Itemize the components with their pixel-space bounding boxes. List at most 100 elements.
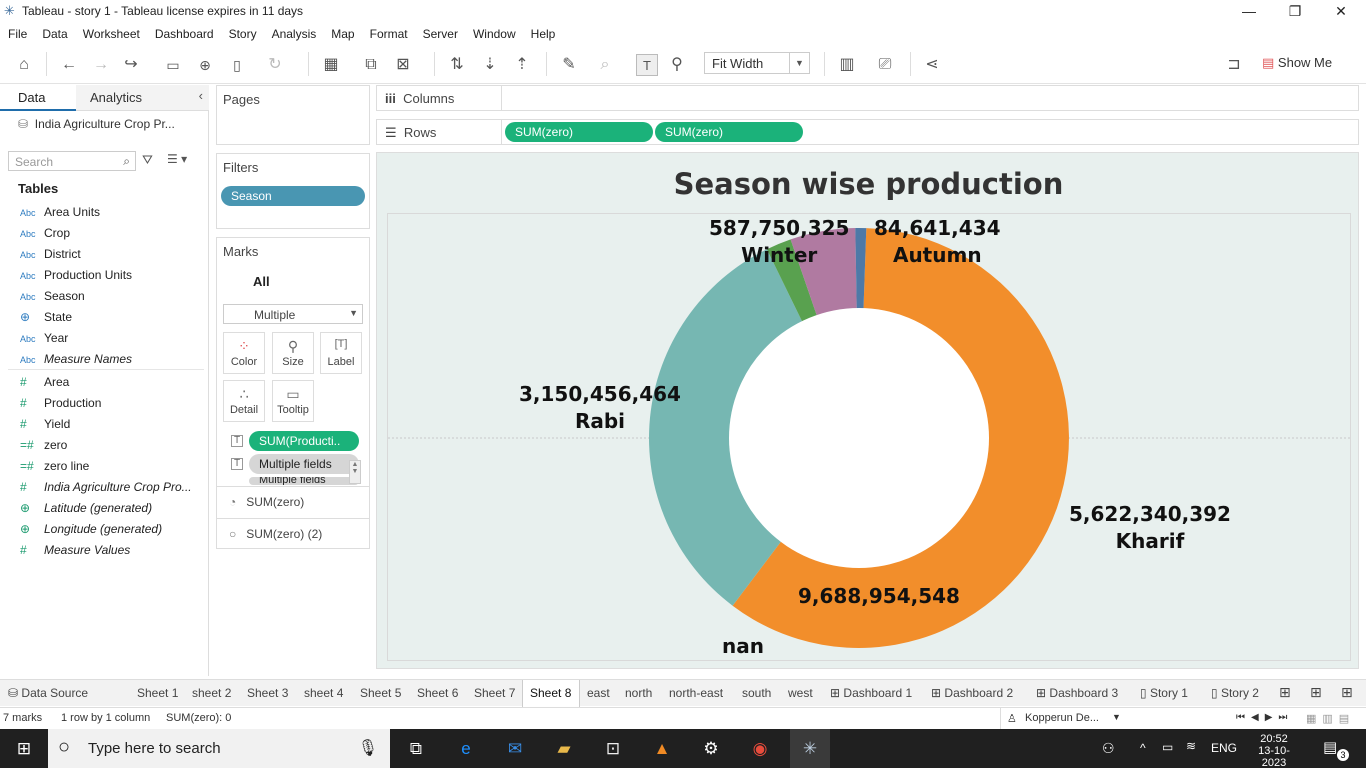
- tab-sheet-6[interactable]: Sheet 6: [417, 680, 458, 707]
- tab-sheet-2[interactable]: sheet 2: [192, 680, 231, 707]
- new-datasource-icon[interactable]: ⊕: [194, 54, 216, 76]
- field-year[interactable]: Abc Year: [20, 331, 68, 352]
- tab-north[interactable]: north: [625, 680, 652, 707]
- format-painter-icon[interactable]: ⊐: [1223, 54, 1245, 76]
- tab-sheet-7[interactable]: Sheet 7: [474, 680, 515, 707]
- mail-icon[interactable]: ✉: [503, 737, 527, 761]
- color-button[interactable]: ⁘ Color: [223, 332, 265, 374]
- show-mark-labels-icon[interactable]: T: [636, 54, 658, 76]
- filter-pill-season[interactable]: Season: [221, 186, 365, 206]
- settings-icon[interactable]: ⚙: [699, 737, 723, 761]
- field-production-units[interactable]: Abc Production Units: [20, 268, 132, 289]
- field-area[interactable]: # Area: [20, 375, 69, 396]
- menu-map[interactable]: Map: [323, 22, 361, 41]
- tab-dashboard-3[interactable]: ⊞ Dashboard 3: [1036, 680, 1118, 707]
- presentation-mode-icon[interactable]: ⎚: [874, 54, 896, 76]
- tab-sheet-5[interactable]: Sheet 5: [360, 680, 401, 707]
- tab-south[interactable]: south: [742, 680, 771, 707]
- chrome-icon[interactable]: ◉: [748, 737, 772, 761]
- visualization[interactable]: Season wise production 587,750,325 Winter…: [376, 152, 1359, 669]
- restore-button[interactable]: ❐: [1272, 0, 1318, 22]
- marks-pill-sum-production[interactable]: SUM(Producti..: [249, 431, 359, 451]
- tab-data-source[interactable]: ⛁ Data Source: [8, 680, 88, 707]
- marks-scrollbar[interactable]: ▲ ▼: [349, 460, 361, 484]
- columns-shelf[interactable]: iii Columns: [376, 85, 1359, 111]
- field-crop[interactable]: Abc Crop: [20, 226, 70, 247]
- marks-pill-multiple-fields-2[interactable]: Multiple fields: [249, 477, 359, 485]
- fit-dropdown[interactable]: Fit Width ▼: [704, 52, 810, 74]
- menu-dashboard[interactable]: Dashboard: [147, 22, 221, 41]
- new-worksheet-icon[interactable]: ▦: [320, 54, 342, 76]
- tray-chevron-icon[interactable]: ^: [1140, 741, 1146, 755]
- label-button[interactable]: [T] Label: [320, 332, 362, 374]
- field-zero-line[interactable]: =# zero line: [20, 459, 89, 480]
- tab-sheet-4[interactable]: sheet 4: [304, 680, 343, 707]
- rows-pill-sum-zero-2[interactable]: SUM(zero): [655, 122, 803, 142]
- menu-analysis[interactable]: Analysis: [264, 22, 324, 41]
- tab-data[interactable]: Data: [0, 85, 76, 111]
- new-dashboard-tab-icon[interactable]: ⊞: [1310, 680, 1322, 707]
- field-season[interactable]: Abc Season: [20, 289, 85, 310]
- field-state[interactable]: ⊕ State: [20, 310, 72, 331]
- battery-icon[interactable]: ▭: [1162, 740, 1173, 754]
- undo-icon[interactable]: ←: [58, 54, 80, 76]
- menu-worksheet[interactable]: Worksheet: [75, 22, 147, 41]
- field-record-count[interactable]: # India Agriculture Crop Pro...: [20, 480, 192, 501]
- refresh-icon[interactable]: ↻: [264, 54, 286, 76]
- redo-icon[interactable]: →: [90, 54, 112, 76]
- clock[interactable]: 20:52 13-10-2023: [1249, 733, 1299, 769]
- show-cards-icon[interactable]: ▥: [836, 54, 858, 76]
- windows-start-icon[interactable]: ⊞: [12, 737, 36, 761]
- people-icon[interactable]: ⚇: [1102, 740, 1115, 757]
- tooltip-button[interactable]: ▭ Tooltip: [272, 380, 314, 422]
- replay-icon[interactable]: ↪: [120, 54, 142, 76]
- duplicate-sheet-icon[interactable]: ⧉: [360, 54, 382, 76]
- task-view-icon[interactable]: ⧉: [404, 737, 428, 761]
- rows-shelf[interactable]: ☰ Rows SUM(zero) SUM(zero): [376, 119, 1359, 145]
- menu-data[interactable]: Data: [34, 22, 74, 41]
- tab-analytics[interactable]: Analytics ‹: [76, 85, 209, 111]
- collapse-pane-icon[interactable]: ‹: [199, 88, 203, 103]
- datasource-item[interactable]: ⛁ India Agriculture Crop Pr...: [18, 117, 175, 131]
- field-measure-values[interactable]: # Measure Values: [20, 543, 130, 564]
- tab-sheet-3[interactable]: Sheet 3: [247, 680, 288, 707]
- pages-shelf[interactable]: Pages: [216, 85, 370, 145]
- sort-descending-icon[interactable]: ⇡: [511, 54, 533, 76]
- field-longitude[interactable]: ⊕ Longitude (generated): [20, 522, 162, 543]
- tab-sheet-8[interactable]: Sheet 8: [522, 680, 580, 707]
- tab-story-2[interactable]: ▯ Story 2: [1211, 680, 1259, 707]
- menu-help[interactable]: Help: [523, 22, 563, 41]
- store-icon[interactable]: ⊡: [601, 737, 625, 761]
- vlc-icon[interactable]: ▲: [650, 737, 674, 761]
- marks-all-tab[interactable]: All: [253, 274, 270, 289]
- marks-layer-sum-zero[interactable]: ◔ SUM(zero): [229, 495, 304, 509]
- rows-pill-sum-zero-1[interactable]: SUM(zero): [505, 122, 653, 142]
- field-production[interactable]: # Production: [20, 396, 101, 417]
- view-options-icon[interactable]: ☰ ▾: [167, 152, 187, 166]
- tableau-taskbar-icon[interactable]: ✳: [790, 729, 830, 768]
- minimize-button[interactable]: —: [1226, 0, 1272, 22]
- swap-rows-columns-icon[interactable]: ⇅: [446, 54, 468, 76]
- taskbar-search-input[interactable]: ○ Type here to search 🎙: [48, 729, 390, 768]
- tab-east[interactable]: east: [587, 680, 610, 707]
- tab-dashboard-1[interactable]: ⊞ Dashboard 1: [830, 680, 912, 707]
- close-button[interactable]: ✕: [1318, 0, 1364, 22]
- microphone-icon[interactable]: 🎙: [358, 738, 378, 758]
- field-district[interactable]: Abc District: [20, 247, 81, 268]
- highlight-icon[interactable]: ✎: [558, 54, 580, 76]
- pause-updates-icon[interactable]: ▯: [226, 54, 248, 76]
- notification-icon[interactable]: ▤: [1323, 738, 1337, 756]
- menu-window[interactable]: Window: [465, 22, 523, 41]
- tab-sheet-1[interactable]: Sheet 1: [137, 680, 178, 707]
- user-dropdown-icon[interactable]: ▼: [1112, 712, 1121, 722]
- mark-type-dropdown[interactable]: Multiple ▼: [223, 304, 363, 324]
- menu-file[interactable]: File: [0, 22, 34, 41]
- new-story-tab-icon[interactable]: ⊞: [1341, 680, 1353, 707]
- menu-story[interactable]: Story: [221, 22, 264, 41]
- status-user[interactable]: Kopperun De...: [1025, 712, 1099, 724]
- view-toggle-icons[interactable]: ▦▥▤: [1306, 712, 1355, 725]
- marks-pill-multiple-fields[interactable]: Multiple fields: [249, 454, 359, 474]
- home-icon[interactable]: ⌂: [13, 54, 35, 76]
- field-latitude[interactable]: ⊕ Latitude (generated): [20, 501, 152, 522]
- menu-format[interactable]: Format: [362, 22, 415, 41]
